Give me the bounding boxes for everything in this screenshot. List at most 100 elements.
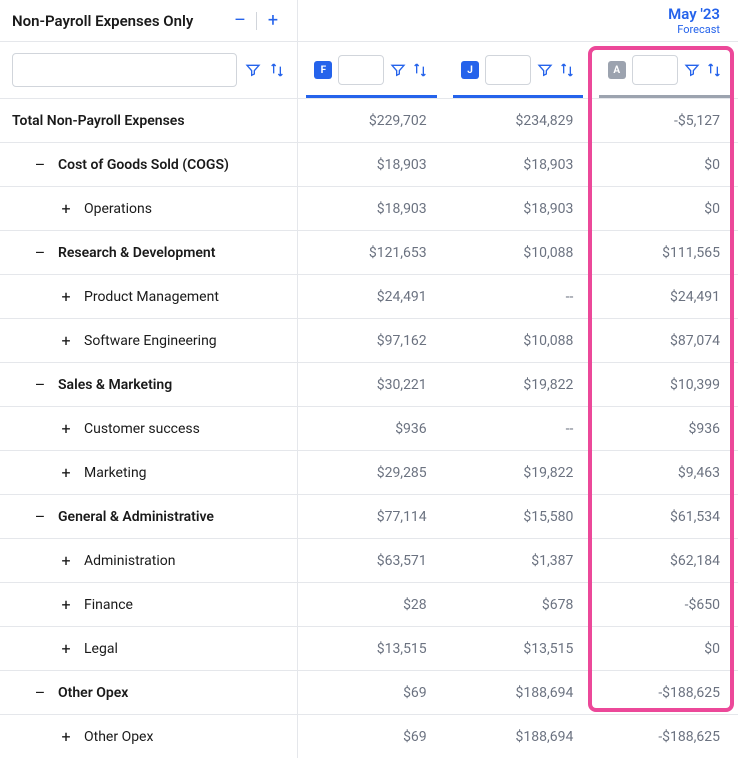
row-value: $234,829 bbox=[445, 113, 592, 129]
table-row: –Sales & Marketing$30,221$19,822$10,399 bbox=[0, 362, 738, 406]
column-badge-a: A bbox=[608, 61, 626, 79]
sort-icon[interactable] bbox=[412, 62, 428, 78]
row-value: $18,903 bbox=[445, 157, 592, 173]
expand-icon[interactable]: + bbox=[58, 727, 74, 746]
filter-icon[interactable] bbox=[245, 62, 261, 78]
row-label-cell: + Software Engineering bbox=[0, 319, 298, 362]
row-filter-input[interactable] bbox=[12, 53, 237, 87]
row-value: $15,580 bbox=[445, 509, 592, 525]
row-label: Customer success bbox=[84, 421, 200, 437]
column-header-1: F bbox=[298, 42, 445, 98]
row-label-cell: –Other Opex bbox=[0, 671, 298, 714]
row-label: Product Management bbox=[84, 289, 219, 305]
expand-icon[interactable]: + bbox=[58, 595, 74, 614]
row-value: -$650 bbox=[591, 597, 738, 613]
column-search-3[interactable] bbox=[632, 55, 678, 85]
row-value: $10,088 bbox=[445, 333, 592, 349]
expand-icon[interactable]: + bbox=[58, 419, 74, 438]
row-label: Other Opex bbox=[84, 729, 153, 745]
period-month: May '23 bbox=[668, 5, 720, 23]
row-value: $63,571 bbox=[298, 553, 445, 569]
table-row: + Finance $28$678-$650 bbox=[0, 582, 738, 626]
row-label-cell: + Finance bbox=[0, 583, 298, 626]
row-label-cell: –Sales & Marketing bbox=[0, 363, 298, 406]
collapse-icon[interactable]: – bbox=[32, 375, 48, 394]
divider bbox=[256, 12, 257, 30]
expand-icon[interactable]: + bbox=[58, 287, 74, 306]
column-header-3: A bbox=[591, 42, 738, 98]
row-value: $0 bbox=[591, 201, 738, 217]
row-label-cell: + Other Opex bbox=[0, 715, 298, 758]
filter-icon[interactable] bbox=[537, 62, 553, 78]
row-value: $19,822 bbox=[445, 377, 592, 393]
row-label: Software Engineering bbox=[84, 333, 217, 349]
row-value: $18,903 bbox=[298, 201, 445, 217]
row-value: -- bbox=[445, 289, 592, 305]
collapse-icon[interactable]: – bbox=[32, 507, 48, 526]
expand-icon[interactable]: + bbox=[58, 639, 74, 658]
expand-icon[interactable]: + bbox=[58, 331, 74, 350]
row-value: $13,515 bbox=[445, 641, 592, 657]
table-row: +Other Opex$69$188,694-$188,625 bbox=[0, 714, 738, 758]
row-value: $0 bbox=[591, 157, 738, 173]
row-label-cell: –General & Administrative bbox=[0, 495, 298, 538]
row-label-cell: + Operations bbox=[0, 187, 298, 230]
row-value: $77,114 bbox=[298, 509, 445, 525]
row-value: $936 bbox=[298, 421, 445, 437]
sort-icon[interactable] bbox=[559, 62, 575, 78]
collapse-icon[interactable]: – bbox=[32, 243, 48, 262]
table-row: +Product Management$24,491--$24,491 bbox=[0, 274, 738, 318]
row-label: Finance bbox=[84, 597, 133, 613]
row-label: Research & Development bbox=[58, 245, 215, 261]
row-label-cell: + Marketing bbox=[0, 451, 298, 494]
row-label: Sales & Marketing bbox=[58, 377, 172, 393]
collapse-icon[interactable]: – bbox=[32, 155, 48, 174]
expand-icon[interactable]: + bbox=[58, 199, 74, 218]
row-value: $19,822 bbox=[445, 465, 592, 481]
row-label-cell: +Administration bbox=[0, 539, 298, 582]
sort-icon[interactable] bbox=[706, 62, 722, 78]
row-value: -$188,625 bbox=[591, 685, 738, 701]
row-label: Operations bbox=[84, 201, 152, 217]
row-value: $188,694 bbox=[445, 685, 592, 701]
sort-icon[interactable] bbox=[269, 62, 285, 78]
table-row: + Software Engineering $97,162$10,088$87,0… bbox=[0, 318, 738, 362]
expand-icon[interactable]: + bbox=[58, 463, 74, 482]
row-label: General & Administrative bbox=[58, 509, 214, 525]
column-search-1[interactable] bbox=[338, 55, 384, 85]
table-row: +Customer success$936--$936 bbox=[0, 406, 738, 450]
table-row: +Administration$63,571$1,387$62,184 bbox=[0, 538, 738, 582]
row-value: $678 bbox=[445, 597, 592, 613]
row-label: Legal bbox=[84, 641, 118, 657]
collapse-button[interactable]: – bbox=[228, 9, 252, 33]
table-row: –Cost of Goods Sold (COGS)$18,903$18,903… bbox=[0, 142, 738, 186]
row-label: Marketing bbox=[84, 465, 147, 481]
row-value: $87,074 bbox=[591, 333, 738, 349]
collapse-icon[interactable]: – bbox=[32, 683, 48, 702]
table-row: –General & Administrative$77,114$15,580$… bbox=[0, 494, 738, 538]
row-label-cell: + Legal bbox=[0, 627, 298, 670]
table-row: +Legal$13,515$13,515$0 bbox=[0, 626, 738, 670]
row-value: $188,694 bbox=[445, 729, 592, 745]
row-value: $24,491 bbox=[591, 289, 738, 305]
expand-button[interactable]: + bbox=[261, 9, 285, 33]
row-label-cell: + Product Management bbox=[0, 275, 298, 318]
row-value: $28 bbox=[298, 597, 445, 613]
expand-icon[interactable]: + bbox=[58, 551, 74, 570]
row-value: $29,285 bbox=[298, 465, 445, 481]
filter-icon[interactable] bbox=[390, 62, 406, 78]
row-value: $10,399 bbox=[591, 377, 738, 393]
row-value: $121,653 bbox=[298, 245, 445, 261]
row-value: $69 bbox=[298, 685, 445, 701]
column-header-2: J bbox=[445, 42, 592, 98]
column-search-2[interactable] bbox=[485, 55, 531, 85]
row-value: $13,515 bbox=[298, 641, 445, 657]
row-value: $97,162 bbox=[298, 333, 445, 349]
filter-icon[interactable] bbox=[684, 62, 700, 78]
row-value: $18,903 bbox=[445, 201, 592, 217]
row-label-cell: + Customer success bbox=[0, 407, 298, 450]
row-value: $18,903 bbox=[298, 157, 445, 173]
table-row: –Other Opex$69$188,694-$188,625 bbox=[0, 670, 738, 714]
period-subtitle: Forecast bbox=[677, 23, 720, 36]
page-title-cell: Non-Payroll Expenses Only – + bbox=[0, 0, 298, 41]
